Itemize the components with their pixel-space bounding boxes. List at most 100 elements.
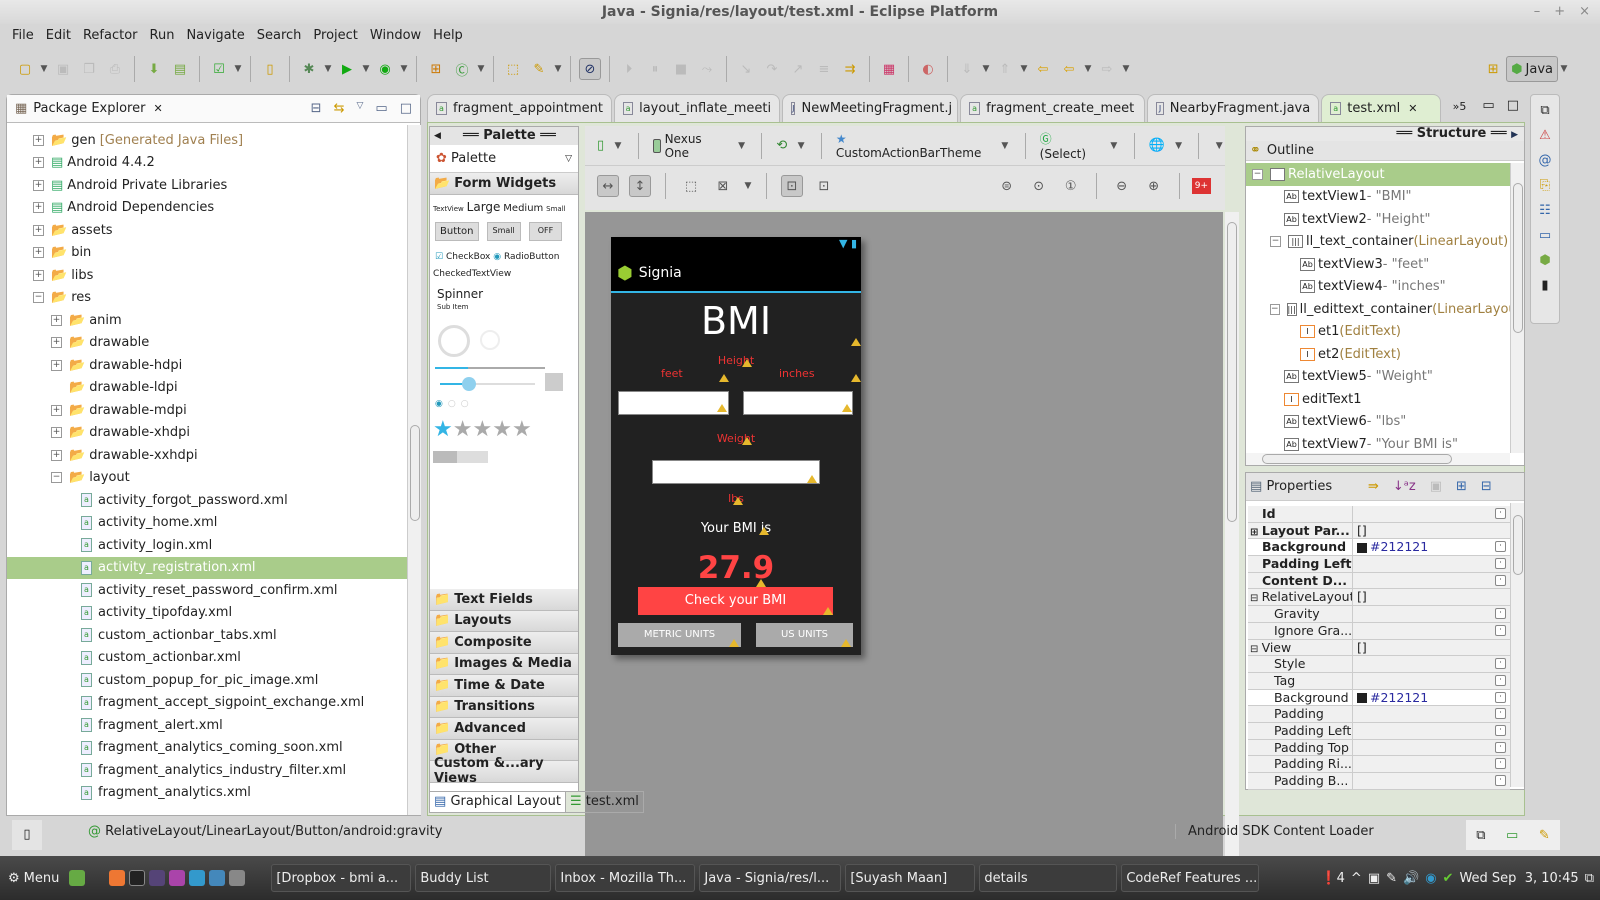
widget-large-text[interactable]: Large xyxy=(467,200,501,214)
next-annotation-icon[interactable]: ⇓ xyxy=(956,58,978,80)
tree-item[interactable]: − 📂 layout xyxy=(7,467,407,490)
tree-item[interactable]: a fragment_alert.xml xyxy=(7,714,407,737)
skip-breakpoints-icon[interactable]: ⊘ xyxy=(579,58,601,80)
menu-help[interactable]: Help xyxy=(427,24,469,48)
collapse-icon[interactable]: − xyxy=(51,472,62,484)
menu-file[interactable]: File xyxy=(6,24,40,48)
prev-annotation-icon[interactable]: ⇑ xyxy=(994,58,1016,80)
widget-small-button[interactable]: Small xyxy=(486,221,521,241)
edit-property-button[interactable]: · xyxy=(1495,691,1506,703)
orientation-icon[interactable]: ⟲ xyxy=(776,138,787,153)
resume-icon[interactable]: ⏵ xyxy=(618,58,640,80)
collapse-all-props-icon[interactable]: ⊟ xyxy=(1481,479,1492,494)
widget-radiogroup[interactable]: ◉○○ xyxy=(435,399,474,409)
property-value[interactable]: · xyxy=(1353,606,1510,622)
show-advanced-icon[interactable]: ⇛ xyxy=(1368,479,1379,494)
collapse-icon[interactable]: − xyxy=(1270,303,1280,315)
zoom-actual-icon[interactable]: ① xyxy=(1060,175,1082,197)
metric-units-button[interactable]: METRIC UNITS xyxy=(618,623,741,647)
disconnect-icon[interactable]: ⤳ xyxy=(696,58,718,80)
tree-item[interactable]: a activity_forgot_password.xml xyxy=(7,489,407,512)
save-icon[interactable]: ▣ xyxy=(52,58,74,80)
outline-item[interactable]: Iet1 (EditText) xyxy=(1246,321,1510,344)
property-value[interactable]: · xyxy=(1353,756,1510,772)
widget-toggle-button[interactable]: OFF xyxy=(528,221,563,241)
property-value[interactable]: #212121 · xyxy=(1353,539,1510,556)
expand-icon[interactable]: + xyxy=(33,179,44,191)
declaration-icon[interactable]: ⎘ xyxy=(1540,178,1550,193)
edit-property-button[interactable]: · xyxy=(1495,574,1506,586)
widget-progress-large[interactable] xyxy=(438,324,470,357)
outline-item[interactable]: − ||| ll_text_container (LinearLayout) xyxy=(1246,231,1510,254)
eclipse-icon[interactable] xyxy=(149,870,166,886)
notifications-indicator[interactable]: ❗4 xyxy=(1320,871,1344,886)
outline-vertical-scrollbar[interactable] xyxy=(1510,163,1524,453)
tree-item[interactable]: + ▤ Android Private Libraries xyxy=(7,174,407,197)
open-type-icon[interactable]: ⬚ xyxy=(502,58,524,80)
taskbar-task[interactable]: CodeRef Features ... xyxy=(1121,864,1260,892)
property-row[interactable]: ⊟ View[] xyxy=(1248,639,1510,657)
edit-property-button[interactable]: · xyxy=(1495,741,1506,753)
palette-category[interactable]: 📁 Advanced xyxy=(430,718,578,740)
property-row[interactable]: Padding B... · xyxy=(1248,773,1510,790)
use-step-filters-icon[interactable]: ⇉ xyxy=(839,58,861,80)
zoom-in-icon[interactable]: ⊕ xyxy=(1143,175,1165,197)
taskbar-task[interactable]: details xyxy=(979,864,1118,892)
edit-property-button[interactable]: · xyxy=(1495,541,1506,553)
result-label[interactable]: Your BMI is xyxy=(611,521,861,536)
lint-warnings-badge[interactable]: 9+ xyxy=(1191,178,1211,194)
collapse-icon[interactable]: − xyxy=(1252,168,1263,180)
menu-edit[interactable]: Edit xyxy=(40,24,77,48)
outline-item[interactable]: Ab textView3 - "feet" xyxy=(1246,253,1510,276)
new-icon[interactable]: ▢ xyxy=(14,58,36,80)
outline-item[interactable]: − ||| RelativeLayout xyxy=(1246,163,1510,186)
last-edit-icon[interactable]: ⇦ xyxy=(1032,58,1054,80)
property-value[interactable]: · xyxy=(1353,706,1510,722)
menu-run[interactable]: Run xyxy=(144,24,181,48)
palette-category[interactable]: 📁 Layouts xyxy=(430,610,578,632)
menu-refactor[interactable]: Refactor xyxy=(77,24,144,48)
tree-item[interactable]: + 📂 gen [Generated Java Files] xyxy=(7,129,407,152)
bmi-result-value[interactable]: 27.9 xyxy=(611,550,861,586)
tree-item[interactable]: + 📂 drawable-mdpi xyxy=(7,399,407,422)
widget-seekbar[interactable] xyxy=(440,376,535,391)
widget-checkedtextview[interactable]: CheckedTextView xyxy=(433,269,511,279)
editor-tab[interactable]: J NearbyFragment.java xyxy=(1147,94,1320,122)
zoom-out-icon[interactable]: ⊖ xyxy=(1111,175,1133,197)
widget-radiobutton[interactable]: RadioButton xyxy=(504,252,559,262)
locale-globe-icon[interactable]: 🌐 xyxy=(1149,138,1165,153)
collapse-icon[interactable]: ⊟ xyxy=(1250,593,1262,604)
widget-textview[interactable]: TextView xyxy=(433,205,464,213)
tab-xml-source[interactable]: ☰ test.xml xyxy=(565,791,644,813)
feet-input[interactable] xyxy=(618,391,729,415)
app-icon[interactable] xyxy=(229,870,246,886)
editor-tab[interactable]: a fragment_appointment xyxy=(427,94,613,122)
volume-icon[interactable]: 🔊 xyxy=(1403,871,1419,886)
editor-tab[interactable]: a fragment_create_meet xyxy=(960,94,1146,122)
widget-quickcontactbadge[interactable] xyxy=(545,372,563,391)
layout-direction-icon[interactable]: ⊡ xyxy=(781,175,803,197)
palette-category[interactable]: 📁 Images & Media xyxy=(430,653,578,675)
tree-item[interactable]: + 📂 bin xyxy=(7,242,407,265)
avd-manager-icon[interactable]: ▤ xyxy=(169,58,191,80)
weight-input[interactable] xyxy=(652,460,820,484)
property-value[interactable]: · xyxy=(1353,572,1510,589)
property-value[interactable]: · xyxy=(1353,622,1510,639)
start-menu-button[interactable]: ⚙ Menu xyxy=(8,871,59,886)
minimize-button[interactable]: – xyxy=(1534,0,1541,24)
maximize-button[interactable]: + xyxy=(1554,0,1565,24)
expand-icon[interactable]: + xyxy=(51,427,62,439)
widget-medium-text[interactable]: Medium xyxy=(503,203,543,214)
edit-property-button[interactable]: · xyxy=(1495,608,1506,620)
tree-item[interactable]: − 📂 res xyxy=(7,287,407,310)
property-value[interactable]: [] xyxy=(1353,639,1510,656)
expand-icon[interactable]: + xyxy=(33,134,44,146)
expand-icon[interactable]: + xyxy=(51,314,62,326)
new-android-xml-icon[interactable]: ▯ xyxy=(259,58,281,80)
expand-icon[interactable]: + xyxy=(33,247,44,259)
edit-property-button[interactable]: · xyxy=(1495,708,1506,720)
edit-property-button[interactable]: · xyxy=(1495,758,1506,770)
taskbar-task[interactable]: [Dropbox - bmi a... xyxy=(271,864,412,892)
new-class-icon[interactable]: Ⓒ xyxy=(451,58,473,80)
step-over-icon[interactable]: ↷ xyxy=(761,58,783,80)
